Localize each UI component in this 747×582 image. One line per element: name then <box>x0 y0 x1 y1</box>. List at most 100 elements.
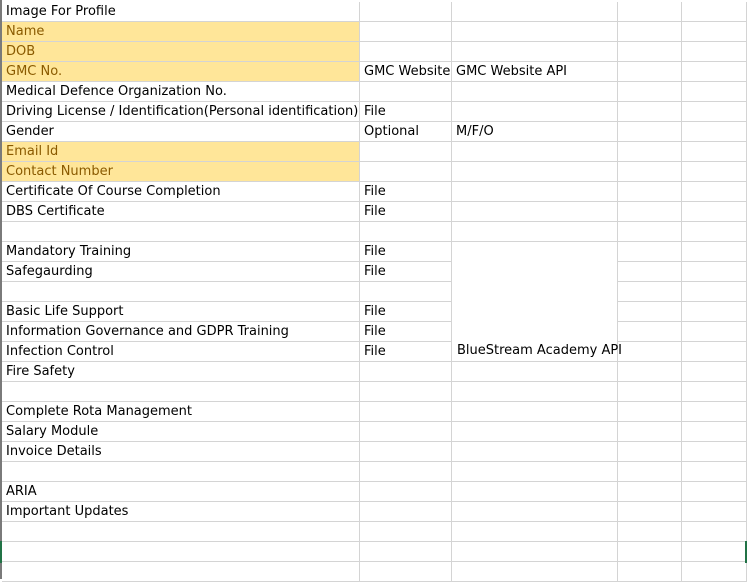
table-cell[interactable]: Invoice Details <box>2 442 360 462</box>
table-cell[interactable]: Gender <box>2 122 360 142</box>
table-cell[interactable] <box>618 122 682 142</box>
table-cell[interactable] <box>682 482 747 502</box>
table-cell[interactable]: GMC Website API <box>452 62 618 82</box>
table-cell[interactable] <box>452 422 618 442</box>
table-cell[interactable] <box>618 62 682 82</box>
table-cell[interactable] <box>682 62 747 82</box>
table-cell[interactable]: Email Id <box>2 142 360 162</box>
table-cell[interactable] <box>682 82 747 102</box>
table-cell[interactable] <box>452 462 618 482</box>
table-cell[interactable]: File <box>360 302 452 322</box>
table-cell[interactable] <box>2 282 360 302</box>
table-cell[interactable] <box>452 382 618 402</box>
table-cell[interactable] <box>452 42 618 62</box>
table-cell[interactable]: Medical Defence Organization No. <box>2 82 360 102</box>
table-cell[interactable] <box>360 82 452 102</box>
table-cell[interactable] <box>452 182 618 202</box>
table-cell[interactable] <box>682 22 747 42</box>
table-cell[interactable] <box>618 102 682 122</box>
table-cell[interactable] <box>618 282 682 302</box>
table-cell[interactable] <box>682 102 747 122</box>
table-cell[interactable] <box>682 142 747 162</box>
table-cell[interactable] <box>682 322 747 342</box>
table-cell[interactable] <box>360 482 452 502</box>
table-cell[interactable] <box>452 202 618 222</box>
table-cell[interactable] <box>360 502 452 522</box>
table-cell[interactable] <box>618 502 682 522</box>
table-cell[interactable] <box>452 442 618 462</box>
table-cell[interactable] <box>2 562 360 582</box>
table-cell[interactable] <box>360 462 452 482</box>
table-cell[interactable] <box>682 402 747 422</box>
table-cell[interactable]: DOB <box>2 42 360 62</box>
table-cell[interactable]: File <box>360 342 452 362</box>
table-cell[interactable] <box>360 42 452 62</box>
table-cell[interactable] <box>360 22 452 42</box>
table-cell[interactable]: ARIA <box>2 482 360 502</box>
table-cell[interactable] <box>2 462 360 482</box>
table-cell[interactable] <box>452 222 618 242</box>
table-cell[interactable] <box>618 482 682 502</box>
table-cell[interactable] <box>618 22 682 42</box>
table-cell[interactable] <box>618 242 682 262</box>
table-cell[interactable] <box>682 302 747 322</box>
table-cell[interactable] <box>452 102 618 122</box>
table-cell[interactable] <box>682 382 747 402</box>
table-cell[interactable] <box>360 382 452 402</box>
table-cell[interactable] <box>618 162 682 182</box>
table-cell[interactable] <box>682 502 747 522</box>
table-cell[interactable] <box>618 42 682 62</box>
table-cell[interactable] <box>452 362 618 382</box>
table-cell[interactable] <box>360 282 452 302</box>
table-cell[interactable] <box>682 242 747 262</box>
table-cell[interactable]: Contact Number <box>2 162 360 182</box>
table-cell[interactable]: File <box>360 262 452 282</box>
table-cell[interactable] <box>682 42 747 62</box>
table-cell[interactable]: Infection Control <box>2 342 360 362</box>
table-cell[interactable]: GMC No. <box>2 62 360 82</box>
table-cell[interactable] <box>452 502 618 522</box>
table-cell[interactable]: Optional <box>360 122 452 142</box>
table-cell[interactable]: Basic Life Support <box>2 302 360 322</box>
table-cell[interactable]: Complete Rota Management <box>2 402 360 422</box>
table-cell[interactable] <box>452 522 618 542</box>
table-cell[interactable] <box>618 542 682 562</box>
table-cell[interactable] <box>682 222 747 242</box>
table-cell[interactable] <box>618 522 682 542</box>
table-cell[interactable] <box>360 422 452 442</box>
table-cell[interactable] <box>452 402 618 422</box>
table-cell[interactable]: File <box>360 322 452 342</box>
table-cell[interactable] <box>360 222 452 242</box>
table-cell[interactable] <box>360 522 452 542</box>
table-cell[interactable]: Fire Safety <box>2 362 360 382</box>
table-cell[interactable] <box>452 82 618 102</box>
table-cell[interactable] <box>618 182 682 202</box>
table-cell[interactable] <box>682 2 747 22</box>
table-cell[interactable]: File <box>360 182 452 202</box>
table-cell[interactable]: File <box>360 102 452 122</box>
table-cell[interactable] <box>2 522 360 542</box>
table-cell[interactable] <box>682 522 747 542</box>
table-cell[interactable] <box>682 262 747 282</box>
table-cell[interactable] <box>618 142 682 162</box>
table-cell[interactable] <box>2 542 360 562</box>
table-cell[interactable] <box>452 162 618 182</box>
table-cell[interactable]: Salary Module <box>2 422 360 442</box>
table-cell[interactable]: Information Governance and GDPR Training <box>2 322 360 342</box>
table-cell[interactable] <box>618 562 682 582</box>
table-cell[interactable] <box>618 402 682 422</box>
table-cell[interactable] <box>452 482 618 502</box>
table-cell[interactable]: Driving License / Identification(Persona… <box>2 102 360 122</box>
table-cell[interactable]: File <box>360 202 452 222</box>
table-cell[interactable] <box>618 82 682 102</box>
table-cell[interactable] <box>360 442 452 462</box>
table-cell[interactable] <box>360 2 452 22</box>
table-cell[interactable] <box>2 382 360 402</box>
table-cell[interactable]: Mandatory Training <box>2 242 360 262</box>
table-cell[interactable] <box>618 422 682 442</box>
table-cell[interactable] <box>682 122 747 142</box>
table-cell[interactable] <box>618 262 682 282</box>
table-cell[interactable] <box>682 462 747 482</box>
table-cell[interactable] <box>618 462 682 482</box>
table-cell[interactable]: M/F/O <box>452 122 618 142</box>
